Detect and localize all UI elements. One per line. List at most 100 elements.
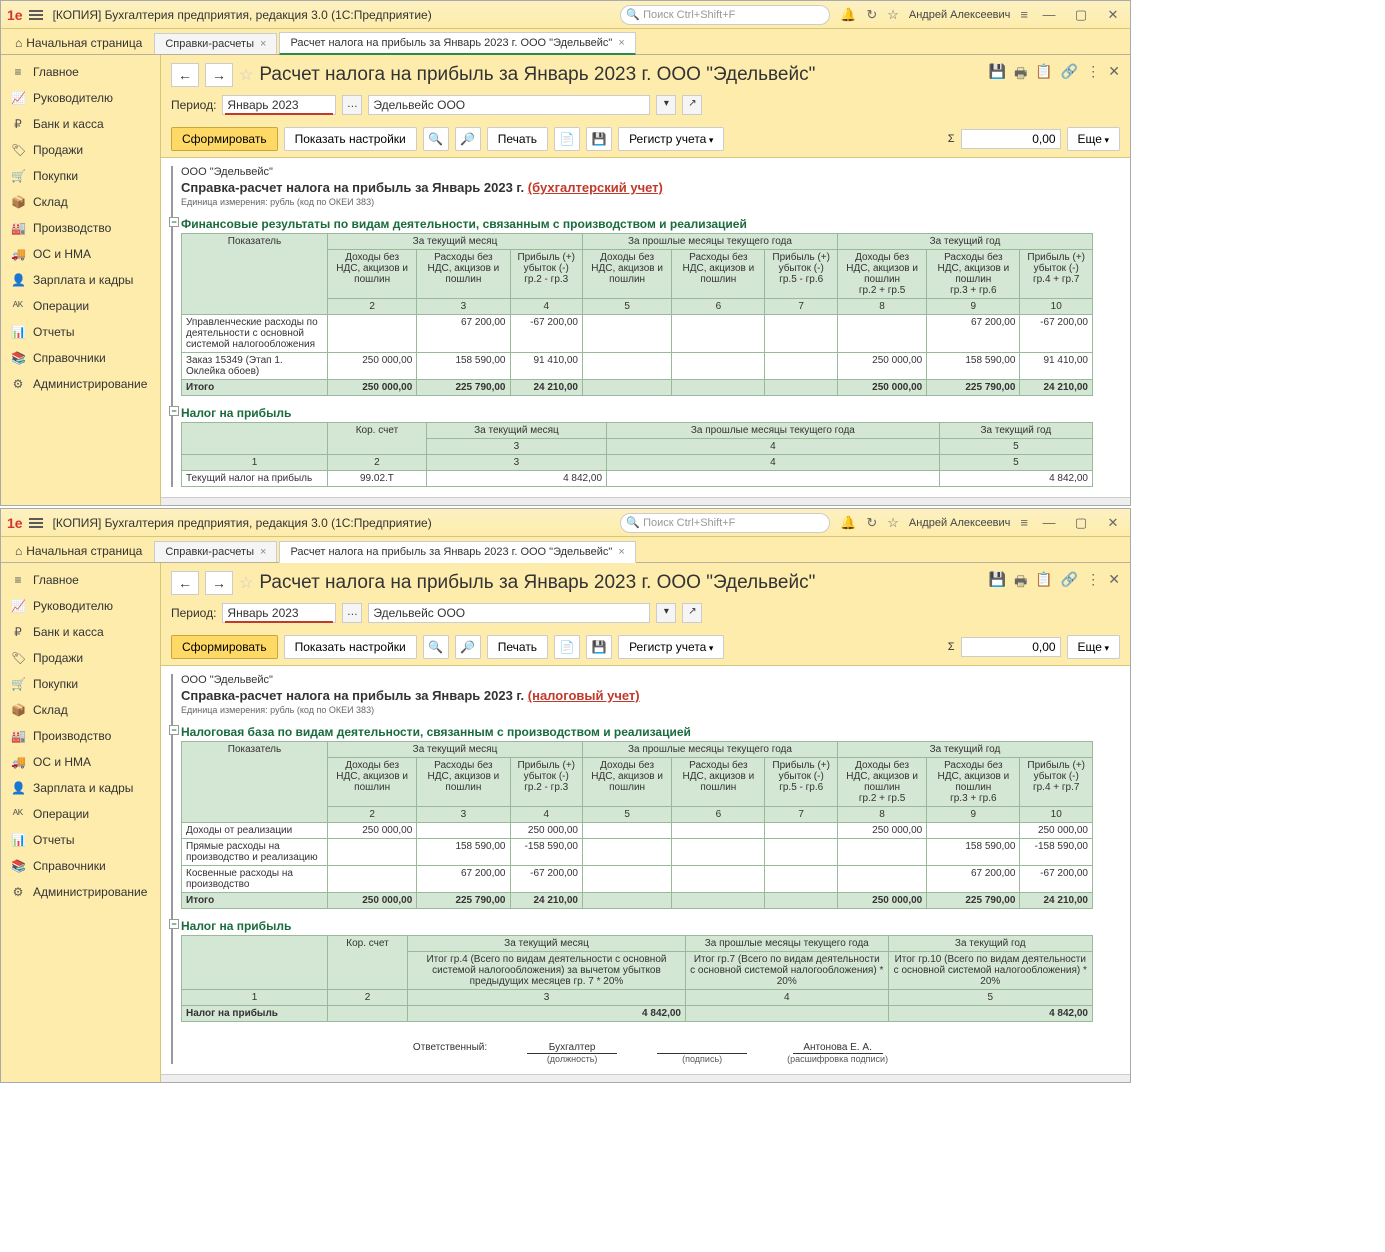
period-input[interactable]: Январь 2023 — [222, 603, 336, 623]
nav-production[interactable]: 🏭Производство — [1, 215, 160, 241]
save-file-icon[interactable]: 💾 — [586, 635, 612, 659]
close-icon[interactable]: × — [618, 37, 624, 49]
nav-salary[interactable]: 👤Зарплата и кадры — [1, 775, 160, 801]
nav-sales[interactable]: 🏷Продажи — [1, 645, 160, 671]
bell-icon[interactable]: 🔔 — [840, 515, 856, 531]
collapse-icon[interactable]: − — [169, 217, 179, 227]
register-button[interactable]: Регистр учета — [618, 635, 724, 659]
history-icon[interactable]: ↻ — [866, 515, 877, 531]
form-button[interactable]: Сформировать — [171, 635, 278, 659]
nav-os-nma[interactable]: 🚚ОС и НМА — [1, 241, 160, 267]
sigma-icon[interactable]: Σ — [948, 641, 955, 653]
sum-input[interactable] — [961, 637, 1061, 657]
minimize-button[interactable]: — — [1038, 7, 1060, 22]
register-button[interactable]: Регистр учета — [618, 127, 724, 151]
org-open-button[interactable]: ↗ — [682, 603, 702, 623]
period-input[interactable]: Январь 2023 — [222, 95, 336, 115]
link-icon[interactable]: 🔗 — [1061, 571, 1078, 595]
collapse-icon[interactable]: − — [169, 725, 179, 735]
scrollbar[interactable] — [161, 497, 1130, 505]
settings-button[interactable]: Показать настройки — [284, 127, 417, 151]
home-tab[interactable]: ⌂Начальная страница — [5, 32, 152, 54]
search-input[interactable]: Поиск Ctrl+Shift+F — [620, 5, 830, 25]
more-icon[interactable]: ⋮ — [1086, 571, 1100, 595]
more-button[interactable]: Еще — [1067, 635, 1120, 659]
tab-report[interactable]: Расчет налога на прибыль за Январь 2023 … — [279, 541, 635, 563]
user-label[interactable]: Андрей Алексеевич — [909, 9, 1011, 21]
save-file-icon[interactable]: 💾 — [586, 127, 612, 151]
menu-icon[interactable] — [29, 516, 43, 530]
close-button[interactable]: ✕ — [1102, 7, 1124, 23]
export-icon[interactable]: 📋 — [1035, 63, 1052, 87]
save-icon[interactable]: 💾 — [989, 571, 1006, 595]
nav-reports[interactable]: 📊Отчеты — [1, 827, 160, 853]
star-icon[interactable]: ☆ — [887, 515, 899, 531]
page-close-icon[interactable]: ✕ — [1108, 571, 1120, 595]
more-icon[interactable]: ⋮ — [1086, 63, 1100, 87]
search-icon[interactable]: 🔍 — [423, 127, 449, 151]
sum-input[interactable] — [961, 129, 1061, 149]
print-button[interactable]: Печать — [487, 127, 548, 151]
back-button[interactable]: ← — [171, 63, 199, 87]
page-close-icon[interactable]: ✕ — [1108, 63, 1120, 87]
org-dropdown-button[interactable]: ▾ — [656, 95, 676, 115]
user-label[interactable]: Андрей Алексеевич — [909, 517, 1011, 529]
menu-icon[interactable] — [29, 8, 43, 22]
maximize-button[interactable]: ▢ — [1070, 515, 1092, 531]
nav-main[interactable]: ≡Главное — [1, 567, 160, 593]
user-menu-icon[interactable]: ≡ — [1020, 7, 1028, 22]
report-area[interactable]: ООО "Эдельвейс" Справка-расчет налога на… — [161, 158, 1130, 497]
close-button[interactable]: ✕ — [1102, 515, 1124, 531]
link-icon[interactable]: 🔗 — [1061, 63, 1078, 87]
print-icon[interactable]: 🖶 — [1014, 571, 1027, 595]
period-picker-button[interactable]: … — [342, 95, 362, 115]
search-input[interactable]: Поиск Ctrl+Shift+F — [620, 513, 830, 533]
nav-main[interactable]: ≡Главное — [1, 59, 160, 85]
more-button[interactable]: Еще — [1067, 127, 1120, 151]
period-picker-button[interactable]: … — [342, 603, 362, 623]
search-icon[interactable]: 🔍 — [423, 635, 449, 659]
nav-production[interactable]: 🏭Производство — [1, 723, 160, 749]
nav-operations[interactable]: ᴬᴷОперации — [1, 801, 160, 827]
print-icon[interactable]: 🖶 — [1014, 63, 1027, 87]
star-icon[interactable]: ☆ — [887, 7, 899, 23]
print-preview-icon[interactable]: 📄 — [554, 127, 580, 151]
org-input[interactable]: Эдельвейс ООО — [368, 95, 650, 115]
back-button[interactable]: ← — [171, 571, 199, 595]
close-icon[interactable]: × — [260, 546, 266, 558]
favorite-icon[interactable]: ☆ — [239, 573, 253, 593]
nav-catalogs[interactable]: 📚Справочники — [1, 345, 160, 371]
report-area[interactable]: ООО "Эдельвейс" Справка-расчет налога на… — [161, 666, 1130, 1074]
close-icon[interactable]: × — [618, 546, 624, 558]
nav-manager[interactable]: 📈Руководителю — [1, 85, 160, 111]
settings-button[interactable]: Показать настройки — [284, 635, 417, 659]
nav-manager[interactable]: 📈Руководителю — [1, 593, 160, 619]
nav-os-nma[interactable]: 🚚ОС и НМА — [1, 749, 160, 775]
nav-purchases[interactable]: 🛒Покупки — [1, 671, 160, 697]
nav-bank[interactable]: ₽Банк и касса — [1, 111, 160, 137]
collapse-icon[interactable]: − — [169, 919, 179, 929]
nav-reports[interactable]: 📊Отчеты — [1, 319, 160, 345]
maximize-button[interactable]: ▢ — [1070, 7, 1092, 23]
tab-report[interactable]: Расчет налога на прибыль за Январь 2023 … — [279, 32, 635, 55]
sigma-icon[interactable]: Σ — [948, 133, 955, 145]
scrollbar[interactable] — [161, 1074, 1130, 1082]
print-preview-icon[interactable]: 📄 — [554, 635, 580, 659]
save-icon[interactable]: 💾 — [989, 63, 1006, 87]
nav-warehouse[interactable]: 📦Склад — [1, 697, 160, 723]
form-button[interactable]: Сформировать — [171, 127, 278, 151]
org-dropdown-button[interactable]: ▾ — [656, 603, 676, 623]
nav-salary[interactable]: 👤Зарплата и кадры — [1, 267, 160, 293]
export-icon[interactable]: 📋 — [1035, 571, 1052, 595]
close-icon[interactable]: × — [260, 38, 266, 50]
nav-sales[interactable]: 🏷Продажи — [1, 137, 160, 163]
history-icon[interactable]: ↻ — [866, 7, 877, 23]
forward-button[interactable]: → — [205, 571, 233, 595]
forward-button[interactable]: → — [205, 63, 233, 87]
minimize-button[interactable]: — — [1038, 515, 1060, 530]
org-open-button[interactable]: ↗ — [682, 95, 702, 115]
nav-purchases[interactable]: 🛒Покупки — [1, 163, 160, 189]
home-tab[interactable]: ⌂Начальная страница — [5, 540, 152, 562]
org-input[interactable]: Эдельвейс ООО — [368, 603, 650, 623]
search-next-icon[interactable]: 🔎 — [455, 635, 481, 659]
